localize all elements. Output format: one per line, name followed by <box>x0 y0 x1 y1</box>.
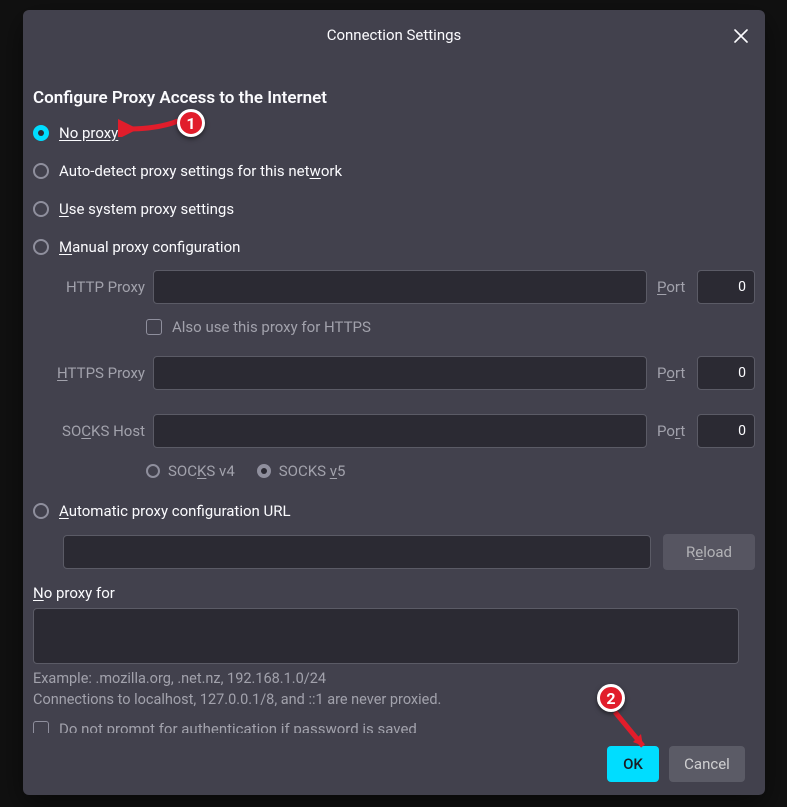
http-port-input[interactable] <box>697 270 755 304</box>
https-proxy-input[interactable] <box>153 356 647 390</box>
radio-icon <box>257 464 271 478</box>
socks-port-label: Port <box>655 422 689 440</box>
radio-icon <box>33 239 49 255</box>
http-port-label: Port <box>655 278 689 296</box>
socks-port-input[interactable] <box>697 414 755 448</box>
socks-host-row: SOCKS Host Port <box>33 414 755 448</box>
radio-use-system[interactable]: Use system proxy settings <box>33 200 755 218</box>
no-proxy-for-textarea[interactable] <box>33 608 739 664</box>
radio-icon <box>33 503 49 519</box>
https-proxy-row: HTTPS Proxy Port <box>33 356 755 390</box>
dialog-header: Connection Settings <box>23 10 765 60</box>
http-proxy-row: HTTP Proxy Port <box>33 270 755 304</box>
https-port-label: Port <box>655 364 689 382</box>
https-proxy-label: HTTPS Proxy <box>33 364 145 382</box>
auto-url-input[interactable] <box>63 535 651 569</box>
no-proxy-example: Example: .mozilla.org, .net.nz, 192.168.… <box>33 670 755 687</box>
annotation-step-1: 1 <box>177 109 205 137</box>
radio-label: Use system proxy settings <box>59 200 234 218</box>
close-button[interactable] <box>727 22 755 50</box>
socks-host-input[interactable] <box>153 414 647 448</box>
radio-label: No proxy <box>59 124 118 142</box>
radio-label: Manual proxy configuration <box>59 238 240 256</box>
ok-button[interactable]: OK <box>607 746 659 782</box>
no-proxy-for-label: No proxy for <box>33 584 755 602</box>
checkbox-icon <box>33 721 49 733</box>
close-icon <box>734 29 748 43</box>
radio-icon <box>33 201 49 217</box>
http-proxy-label: HTTP Proxy <box>33 278 145 296</box>
radio-icon <box>146 464 160 478</box>
radio-label: Auto-detect proxy settings for this netw… <box>59 162 342 180</box>
connection-settings-dialog: Connection Settings Configure Proxy Acce… <box>23 10 765 795</box>
auto-url-row: Reload <box>63 534 755 570</box>
dialog-body: Configure Proxy Access to the Internet N… <box>23 60 765 733</box>
socks-version-row: SOCKS v4 SOCKS v5 <box>146 462 755 480</box>
radio-manual[interactable]: Manual proxy configuration <box>33 238 755 256</box>
radio-auto-detect[interactable]: Auto-detect proxy settings for this netw… <box>33 162 755 180</box>
radio-label: SOCKS v5 <box>279 462 346 480</box>
radio-no-proxy[interactable]: No proxy <box>33 124 755 142</box>
radio-socks-v5[interactable]: SOCKS v5 <box>257 462 346 480</box>
cancel-button[interactable]: Cancel <box>669 746 745 782</box>
radio-auto-url[interactable]: Automatic proxy configuration URL <box>33 502 755 520</box>
annotation-step-2: 2 <box>597 684 625 712</box>
radio-icon <box>33 163 49 179</box>
checkbox-label: Also use this proxy for HTTPS <box>172 318 371 336</box>
radio-icon <box>33 125 49 141</box>
dialog-footer: OK Cancel <box>23 733 765 795</box>
reload-button[interactable]: Reload <box>663 534 755 570</box>
socks-host-label: SOCKS Host <box>33 422 145 440</box>
checkbox-auth-prompt[interactable]: Do not prompt for authentication if pass… <box>33 720 755 733</box>
checkbox-label: Do not prompt for authentication if pass… <box>59 720 417 733</box>
dialog-title: Connection Settings <box>327 26 462 44</box>
checkbox-also-https[interactable]: Also use this proxy for HTTPS <box>146 318 755 336</box>
radio-label: Automatic proxy configuration URL <box>59 502 291 520</box>
radio-label: SOCKS v4 <box>168 462 235 480</box>
http-proxy-input[interactable] <box>153 270 647 304</box>
section-title: Configure Proxy Access to the Internet <box>33 88 755 108</box>
radio-socks-v4[interactable]: SOCKS v4 <box>146 462 235 480</box>
checkbox-icon <box>146 319 162 335</box>
no-proxy-localhost-note: Connections to localhost, 127.0.0.1/8, a… <box>33 691 755 708</box>
https-port-input[interactable] <box>697 356 755 390</box>
